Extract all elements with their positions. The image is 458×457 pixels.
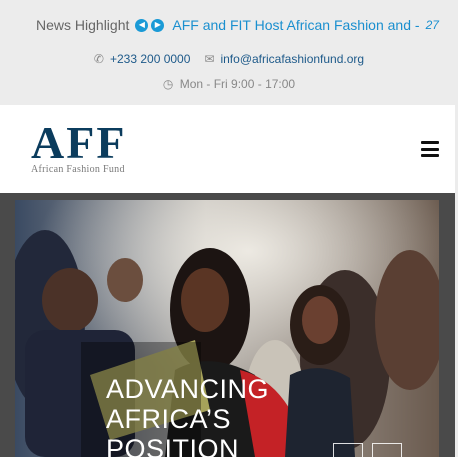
logo-wordmark: AFF xyxy=(31,117,127,168)
slider-next-button[interactable] xyxy=(372,443,402,457)
hero-title: ADVANCING AFRICA’S POSITION xyxy=(106,374,269,457)
clock-icon: ◷ xyxy=(162,77,174,91)
top-bar: News Highlight ◀ ▶ AFF and FIT Host Afri… xyxy=(0,0,458,105)
phone-icon: ✆ xyxy=(93,52,104,66)
slider-prev-button[interactable] xyxy=(333,443,363,457)
site-logo[interactable]: AFF African Fashion Fund xyxy=(31,117,151,176)
chevron-left-circle-icon[interactable]: ◀ xyxy=(135,18,149,32)
envelope-icon: ✉ xyxy=(204,52,215,66)
news-ticker: News Highlight ◀ ▶ AFF and FIT Host Afri… xyxy=(36,16,439,34)
news-headline-link[interactable]: AFF and FIT Host African Fashion and - xyxy=(172,17,419,33)
phone-number[interactable]: +233 200 0000 xyxy=(110,52,190,66)
hero-title-line1: ADVANCING xyxy=(106,374,270,404)
email-link[interactable]: info@africafashionfund.org xyxy=(220,52,364,66)
opening-hours: ◷ Mon - Fri 9:00 - 17:00 xyxy=(0,77,458,91)
logo-tagline: African Fashion Fund xyxy=(31,164,125,175)
news-date: 27 xyxy=(425,18,439,32)
hamburger-menu-icon[interactable] xyxy=(421,141,439,157)
hours-text: Mon - Fri 9:00 - 17:00 xyxy=(179,77,296,91)
hero-slider: ADVANCING AFRICA’S POSITION xyxy=(15,200,439,457)
hero-title-line2: AFRICA’S xyxy=(106,404,232,434)
chevron-right-circle-icon[interactable]: ▶ xyxy=(151,18,165,32)
hero-title-line3: POSITION xyxy=(106,434,240,457)
site-header: AFF African Fashion Fund xyxy=(0,105,455,193)
news-highlight-label: News Highlight xyxy=(36,17,130,33)
contact-info: ✆ +233 200 0000 ✉ info@africafashionfund… xyxy=(0,52,458,66)
